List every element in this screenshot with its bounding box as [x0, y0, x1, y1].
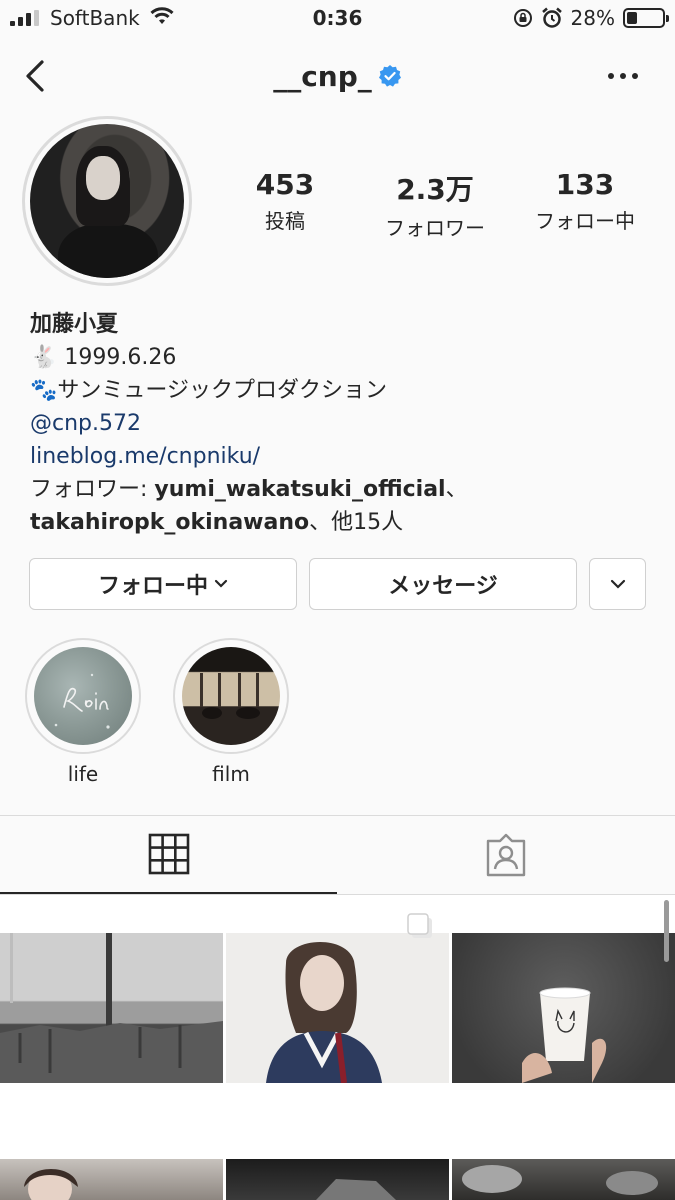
highlight-cover-film [182, 647, 280, 745]
orientation-lock-icon [513, 9, 532, 27]
website-link[interactable]: lineblog.me/cnpniku/ [30, 440, 650, 473]
status-bar: SoftBank 0:36 28% [0, 0, 675, 40]
highlight-ring [173, 638, 289, 754]
post-image-cup [522, 987, 607, 1083]
display-name: 加藤小夏 [30, 312, 119, 337]
stat-followers[interactable]: 2.3万 フォロワー [360, 168, 510, 241]
followed-by-separator: 、 [445, 477, 468, 502]
tab-grid[interactable] [0, 816, 337, 894]
battery-percent: 28% [570, 6, 615, 30]
followed-by-user-2: takahiropk_okinawano [30, 510, 310, 535]
post-image-dark [316, 1179, 396, 1200]
posts-grid [0, 895, 675, 1200]
followed-by[interactable]: フォロワー: yumi_wakatsuki_official、 [30, 473, 650, 506]
post-image-portrait [266, 942, 382, 1083]
profile-tabs [0, 815, 675, 895]
post-thumbnail[interactable] [226, 933, 449, 1083]
highlight-label: film [212, 762, 250, 786]
followed-by-cont[interactable]: takahiropk_okinawano、他15人 [30, 506, 650, 539]
followers-label: フォロワー [385, 216, 485, 240]
avatar[interactable] [30, 124, 184, 278]
mention-link[interactable]: @cnp.572 [30, 407, 650, 440]
following-button-label: フォロー中 [97, 574, 208, 599]
stat-posts[interactable]: 453 投稿 [210, 168, 360, 241]
birthday-text: 1999.6.26 [57, 345, 177, 370]
post-image-portrait-2 [24, 1169, 78, 1200]
window-silhouette-icon [200, 673, 260, 719]
post-thumbnail[interactable] [226, 1159, 449, 1200]
bio-line-agency: 🐾サンミュージックプロダクション [30, 374, 650, 407]
following-count: 133 [555, 168, 615, 201]
message-button[interactable]: メッセージ [309, 558, 577, 610]
rain-script-icon [54, 673, 110, 729]
username: __cnp_ [273, 60, 372, 93]
post-thumbnail[interactable] [0, 1159, 223, 1200]
verified-badge-icon [378, 65, 401, 87]
followed-by-suffix: 、他15人 [309, 510, 404, 535]
rabbit-icon: 🐇 [30, 345, 58, 370]
following-label: フォロー中 [535, 209, 635, 233]
highlight-film[interactable]: film [173, 638, 289, 786]
profile-stats: 453 投稿 2.3万 フォロワー 133 フォロー中 [210, 168, 660, 241]
username-title: __cnp_ [0, 60, 675, 93]
post-thumbnail[interactable] [452, 933, 675, 1083]
posts-count: 453 [255, 168, 315, 201]
post-thumbnail[interactable] [452, 1159, 675, 1200]
profile-header: __cnp_ [0, 50, 675, 106]
following-button[interactable]: フォロー中 [29, 558, 297, 610]
scrollbar[interactable] [664, 900, 669, 962]
highlight-label: life [67, 762, 99, 786]
bio-line-birthday: 🐇 1999.6.26 [30, 341, 650, 374]
battery-icon [623, 8, 669, 28]
followed-by-user-1: yumi_wakatsuki_official [154, 477, 446, 502]
stat-following[interactable]: 133 フォロー中 [510, 168, 660, 241]
grid-icon [148, 833, 189, 875]
post-thumbnail[interactable] [0, 933, 223, 1083]
suggested-accounts-button[interactable] [589, 558, 646, 610]
post-image-building [0, 933, 223, 1083]
multiple-posts-icon [407, 913, 432, 938]
bio: 加藤小夏 🐇 1999.6.26 🐾サンミュージックプロダクション @cnp.5… [30, 308, 650, 539]
tagged-icon [486, 833, 525, 877]
highlight-cover-life [34, 647, 132, 745]
posts-label: 投稿 [265, 209, 305, 233]
followers-count: 2.3万 [396, 173, 474, 206]
highlight-ring [25, 638, 141, 754]
post-image-shoes [462, 1165, 658, 1195]
more-dots-icon[interactable] [607, 72, 639, 80]
highlight-life[interactable]: life [25, 638, 141, 786]
chevron-down-icon [214, 579, 228, 588]
message-button-label: メッセージ [388, 574, 498, 599]
followed-by-prefix: フォロワー: [30, 477, 155, 502]
chevron-down-icon [610, 579, 625, 589]
alarm-icon [541, 7, 562, 28]
paw-icon: 🐾 [30, 378, 58, 403]
tab-tagged[interactable] [337, 816, 674, 894]
agency-text: サンミュージックプロダクション [57, 378, 387, 403]
